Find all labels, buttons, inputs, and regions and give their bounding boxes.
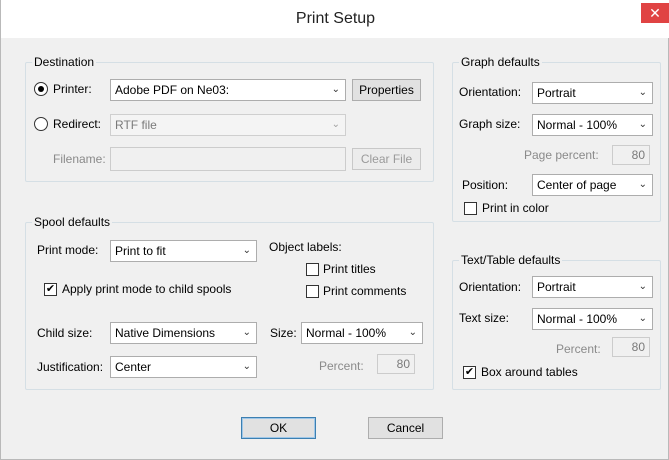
text-size-value: Normal - 100% bbox=[537, 312, 618, 326]
child-size-label: Child size: bbox=[37, 326, 93, 340]
print-mode-value: Print to fit bbox=[115, 244, 166, 258]
redirect-select[interactable]: RTF file ⌄ bbox=[110, 114, 346, 136]
size-value: Normal - 100% bbox=[306, 326, 387, 340]
printer-radio[interactable] bbox=[34, 82, 48, 96]
redirect-select-value: RTF file bbox=[115, 118, 157, 132]
page-percent-field[interactable]: 80 bbox=[612, 145, 650, 165]
chevron-down-icon: ⌄ bbox=[242, 245, 251, 256]
redirect-label: Redirect: bbox=[53, 117, 102, 131]
justification-select[interactable]: Center ⌄ bbox=[110, 356, 257, 378]
redirect-radio[interactable] bbox=[34, 117, 48, 131]
radio-selected-dot bbox=[38, 86, 44, 92]
graph-orientation-label: Orientation: bbox=[459, 85, 522, 99]
justification-value: Center bbox=[115, 360, 152, 374]
properties-button[interactable]: Properties bbox=[352, 79, 421, 101]
position-label: Position: bbox=[462, 178, 509, 192]
print-comments-label: Print comments bbox=[323, 284, 407, 298]
print-in-color-checkbox[interactable] bbox=[464, 202, 477, 215]
dialog-title: Print Setup bbox=[295, 10, 376, 27]
page-percent-label: Page percent: bbox=[524, 148, 599, 162]
text-size-label: Text size: bbox=[459, 311, 510, 325]
title-bar: Print Setup ✕ bbox=[1, 0, 669, 38]
checkmark-icon: ✔ bbox=[45, 283, 56, 295]
print-in-color-label: Print in color bbox=[482, 201, 549, 215]
clear-file-button[interactable]: Clear File bbox=[352, 148, 421, 170]
ok-button[interactable]: OK bbox=[241, 417, 316, 439]
chevron-down-icon: ⌄ bbox=[242, 361, 251, 372]
close-icon[interactable]: ✕ bbox=[641, 3, 669, 23]
chevron-down-icon: ⌄ bbox=[638, 119, 647, 130]
apply-print-mode-label: Apply print mode to child spools bbox=[62, 282, 232, 296]
child-size-select[interactable]: Native Dimensions ⌄ bbox=[110, 322, 257, 344]
box-around-tables-checkbox[interactable]: ✔ bbox=[463, 366, 476, 379]
print-titles-checkbox[interactable] bbox=[306, 263, 319, 276]
position-value: Center of page bbox=[537, 178, 617, 192]
apply-print-mode-checkbox[interactable]: ✔ bbox=[44, 283, 57, 296]
print-comments-checkbox[interactable] bbox=[306, 285, 319, 298]
print-mode-label: Print mode: bbox=[37, 243, 99, 257]
chevron-down-icon: ⌄ bbox=[408, 327, 417, 338]
spool-defaults-legend: Spool defaults bbox=[32, 215, 113, 229]
position-select[interactable]: Center of page ⌄ bbox=[532, 174, 653, 196]
spool-percent-field[interactable]: 80 bbox=[377, 354, 415, 374]
chevron-down-icon: ⌄ bbox=[638, 313, 647, 324]
text-percent-label: Percent: bbox=[556, 342, 601, 356]
filename-field[interactable] bbox=[110, 147, 346, 171]
text-table-defaults-legend: Text/Table defaults bbox=[459, 253, 563, 267]
text-size-select[interactable]: Normal - 100% ⌄ bbox=[532, 308, 653, 330]
chevron-down-icon: ⌄ bbox=[331, 84, 340, 95]
graph-size-value: Normal - 100% bbox=[537, 118, 618, 132]
graph-orientation-value: Portrait bbox=[537, 86, 576, 100]
chevron-down-icon: ⌄ bbox=[638, 281, 647, 292]
graph-defaults-legend: Graph defaults bbox=[459, 55, 542, 69]
object-labels-label: Object labels: bbox=[269, 240, 342, 254]
size-label: Size: bbox=[270, 326, 297, 340]
destination-legend: Destination bbox=[32, 55, 97, 69]
text-orientation-label: Orientation: bbox=[459, 280, 522, 294]
text-percent-field[interactable]: 80 bbox=[612, 337, 650, 357]
chevron-down-icon: ⌄ bbox=[638, 87, 647, 98]
printer-select-value: Adobe PDF on Ne03: bbox=[115, 83, 230, 97]
print-titles-label: Print titles bbox=[323, 262, 376, 276]
text-orientation-select[interactable]: Portrait ⌄ bbox=[532, 276, 653, 298]
cancel-button[interactable]: Cancel bbox=[368, 417, 443, 439]
text-orientation-value: Portrait bbox=[537, 280, 576, 294]
child-size-value: Native Dimensions bbox=[115, 326, 216, 340]
checkmark-icon: ✔ bbox=[464, 366, 475, 378]
graph-size-label: Graph size: bbox=[459, 117, 521, 131]
graph-orientation-select[interactable]: Portrait ⌄ bbox=[532, 82, 653, 104]
chevron-down-icon: ⌄ bbox=[242, 327, 251, 338]
filename-label: Filename: bbox=[53, 152, 106, 166]
spool-percent-label: Percent: bbox=[319, 359, 364, 373]
graph-size-select[interactable]: Normal - 100% ⌄ bbox=[532, 114, 653, 136]
chevron-down-icon: ⌄ bbox=[331, 119, 340, 130]
printer-select[interactable]: Adobe PDF on Ne03: ⌄ bbox=[110, 79, 346, 101]
print-mode-select[interactable]: Print to fit ⌄ bbox=[110, 240, 257, 262]
justification-label: Justification: bbox=[37, 360, 104, 374]
printer-label: Printer: bbox=[53, 82, 92, 96]
box-around-tables-label: Box around tables bbox=[481, 365, 578, 379]
print-setup-dialog: Print Setup ✕ Destination Printer: Adobe… bbox=[0, 0, 669, 460]
chevron-down-icon: ⌄ bbox=[638, 179, 647, 190]
size-select[interactable]: Normal - 100% ⌄ bbox=[301, 322, 423, 344]
